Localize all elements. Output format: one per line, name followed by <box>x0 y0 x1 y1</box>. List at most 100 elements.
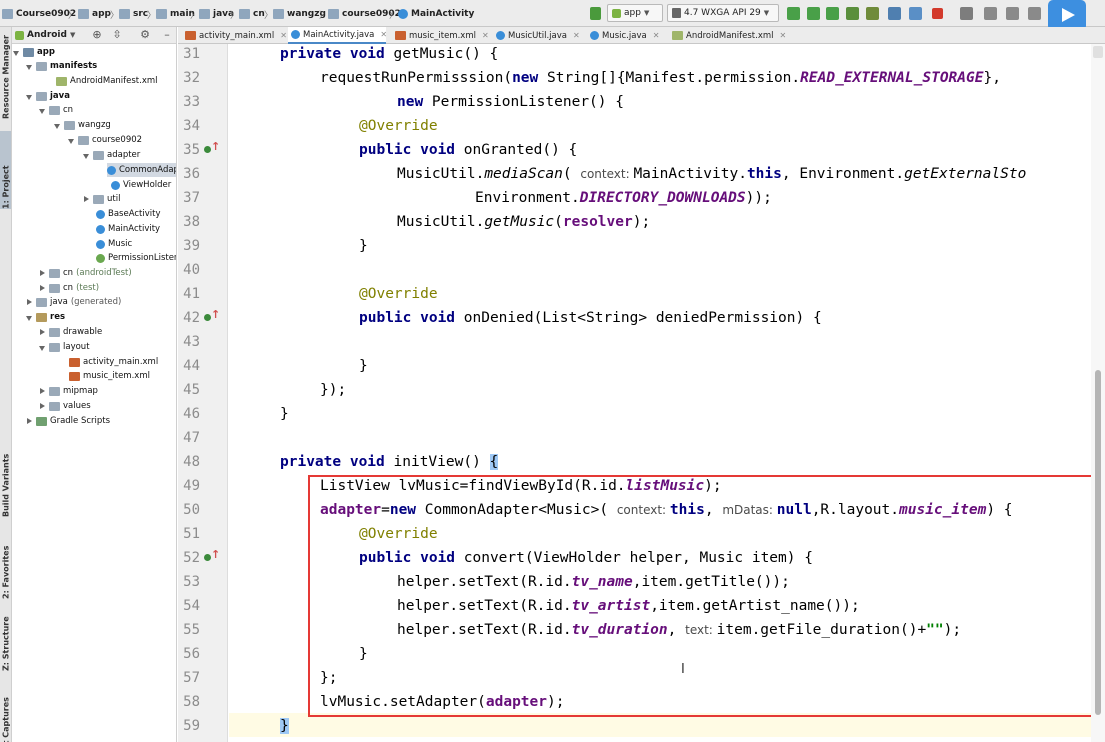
tree-item-viewholder[interactable]: ViewHolder <box>111 178 171 192</box>
tree-item-layout[interactable]: layout <box>39 340 90 354</box>
tree-item-cn-androidtest[interactable]: cn (androidTest) <box>39 266 132 280</box>
editor-tabs: activity_main.xml ✕ MainActivity.java ✕ mu… <box>178 27 1105 44</box>
tree-item-wangzg[interactable]: wangzg <box>54 118 111 132</box>
folder-icon <box>49 401 60 411</box>
tree-item-permissionlistener[interactable]: PermissionListener <box>96 251 176 265</box>
breadcrumb-separator: 〉 <box>319 11 329 21</box>
breadcrumb-app[interactable]: app <box>78 6 111 21</box>
folder-icon <box>328 8 339 19</box>
line-number: 37 <box>183 190 200 206</box>
tool-tab-resource-manager[interactable]: Resource Manager <box>0 29 11 119</box>
collapse-arrow-icon <box>39 284 46 292</box>
tree-item-cn[interactable]: cn <box>39 103 73 117</box>
tab-musicutil-java[interactable]: MusicUtil.java ✕ <box>493 27 581 44</box>
tree-item-values[interactable]: values <box>39 399 91 413</box>
project-view-selector[interactable]: Android ▼ <box>15 28 75 42</box>
tool-tab-build-variants[interactable]: Build Variants <box>0 439 11 517</box>
expand-arrow-icon <box>68 137 75 144</box>
tree-item-drawable[interactable]: drawable <box>39 325 102 339</box>
collapse-arrow-icon <box>39 328 46 336</box>
tree-item-baseactivity[interactable]: BaseActivity <box>96 207 161 221</box>
close-icon[interactable]: ✕ <box>280 31 287 40</box>
code-line-37: Environment.DIRECTORY_DOWNLOADS)); <box>475 190 772 206</box>
override-gutter-icon[interactable] <box>204 308 220 323</box>
tree-item-gradle-scripts[interactable]: Gradle Scripts <box>26 414 110 428</box>
tree-item-music[interactable]: Music <box>96 237 132 251</box>
tree-item-adapter[interactable]: adapter <box>83 148 140 162</box>
device-selector[interactable]: 4.7 WXGA API 29 ▼ <box>667 4 779 22</box>
tree-item-cn-test[interactable]: cn (test) <box>39 281 99 295</box>
debug-icon[interactable] <box>807 7 820 20</box>
inspection-status-icon[interactable] <box>1093 46 1103 58</box>
tree-item-mipmap[interactable]: mipmap <box>39 384 98 398</box>
tree-item-app[interactable]: app <box>13 45 55 59</box>
stop-icon[interactable] <box>932 8 943 19</box>
folder-icon <box>273 8 284 19</box>
hammer-icon[interactable] <box>590 7 601 20</box>
breadcrumb-java[interactable]: java <box>199 6 234 21</box>
close-icon[interactable]: ✕ <box>380 30 387 39</box>
override-gutter-icon[interactable] <box>204 140 220 155</box>
tree-item-util[interactable]: util <box>83 192 120 206</box>
tree-item-java-generated[interactable]: java (generated) <box>26 295 121 309</box>
apply-changes-icon[interactable] <box>787 7 800 20</box>
profiler-gauge-icon[interactable] <box>888 7 901 20</box>
code-line-34: @Override <box>359 118 438 134</box>
avd-manager-icon[interactable] <box>960 7 973 20</box>
profile-icon[interactable] <box>866 7 879 20</box>
breadcrumb-cn[interactable]: cn <box>239 6 265 21</box>
editor-scrollbar[interactable] <box>1091 44 1105 742</box>
breadcrumb-mainactivity[interactable]: MainActivity <box>398 6 474 21</box>
project-structure-icon[interactable] <box>984 7 997 20</box>
collapse-all-icon[interactable]: ⇳ <box>111 29 123 41</box>
code-line-32: requestRunPermisssion(new String[]{Manif… <box>320 70 1001 86</box>
scrollbar-thumb[interactable] <box>1095 370 1101 715</box>
folder-icon <box>49 327 60 337</box>
tree-item-course0902[interactable]: course0902 <box>68 133 142 147</box>
line-number: 35 <box>183 142 200 158</box>
tool-tab-project[interactable]: 1: Project <box>0 131 11 209</box>
tree-item-manifests[interactable]: manifests <box>26 59 97 73</box>
tab-mainactivity-java[interactable]: MainActivity.java ✕ <box>288 27 387 44</box>
close-icon[interactable]: ✕ <box>653 31 660 40</box>
tree-item-mainactivity[interactable]: MainActivity <box>96 222 160 236</box>
run-config-selector[interactable]: app ▼ <box>607 4 663 22</box>
tree-item-res[interactable]: res <box>26 310 65 324</box>
sdk-manager-icon[interactable] <box>1028 7 1041 20</box>
breadcrumb-project[interactable]: Course0902 <box>2 6 76 21</box>
tree-item-activity-main-xml[interactable]: activity_main.xml <box>69 355 158 369</box>
phone-icon <box>672 8 681 18</box>
navigation-toolbar: Course0902 〉 app 〉 src 〉 main 〉 java 〉 c… <box>0 0 1105 31</box>
code-line-41: @Override <box>359 286 438 302</box>
tree-item-androidmanifest[interactable]: AndroidManifest.xml <box>56 74 158 88</box>
override-gutter-icon[interactable] <box>204 548 220 563</box>
tool-tab-layout-captures[interactable]: Layout Captures <box>0 683 11 742</box>
attach-debugger-icon[interactable] <box>909 7 922 20</box>
close-icon[interactable]: ✕ <box>482 31 489 40</box>
code-line-33: new PermissionListener() { <box>397 94 624 110</box>
android-icon <box>612 8 621 18</box>
tree-item-music-item-xml[interactable]: music_item.xml <box>69 369 150 383</box>
tool-tab-structure[interactable]: Z: Structure <box>0 605 11 671</box>
locate-target-icon[interactable]: ⊕ <box>91 29 103 41</box>
run-icon[interactable] <box>826 7 839 20</box>
code-line-45: }); <box>320 382 347 398</box>
line-number: 58 <box>183 694 200 710</box>
gear-icon[interactable]: ⚙ <box>139 29 151 41</box>
sync-icon[interactable] <box>1006 7 1019 20</box>
close-icon[interactable]: ✕ <box>573 31 580 40</box>
tab-androidmanifest-xml[interactable]: AndroidManifest.xml ✕ <box>669 27 786 44</box>
coverage-icon[interactable] <box>846 7 859 20</box>
breadcrumb-separator: 〉 <box>190 11 200 21</box>
close-icon[interactable]: ✕ <box>780 31 787 40</box>
tree-item-java[interactable]: java <box>26 89 70 103</box>
breadcrumb-src[interactable]: src <box>119 6 148 21</box>
hide-panel-icon[interactable]: – <box>161 29 173 41</box>
collapse-arrow-icon <box>39 387 46 395</box>
tree-item-commonadapter[interactable]: CommonAdapter <box>107 163 176 177</box>
tab-music-java[interactable]: Music.java ✕ <box>587 27 663 44</box>
tab-music-item-xml[interactable]: music_item.xml ✕ <box>392 27 489 44</box>
tool-tab-favorites[interactable]: 2: Favorites <box>0 527 11 599</box>
project-panel: Android ▼ ⊕ ⇳ ⚙ – app manifests AndroidM… <box>12 27 177 742</box>
breadcrumb-wangzg[interactable]: wangzg <box>273 6 326 21</box>
